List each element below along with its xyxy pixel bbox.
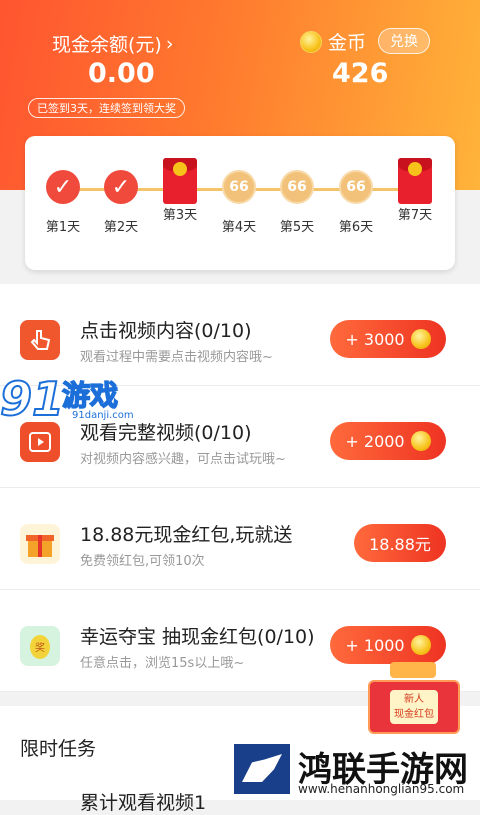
task-subtitle: 任意点击，浏览15s以上哦~ bbox=[80, 656, 245, 671]
chevron-right-icon: › bbox=[165, 32, 174, 55]
newbie-badge-line2: 现金红包 bbox=[394, 709, 434, 720]
checkin-day-7[interactable]: 第7天 bbox=[385, 158, 445, 223]
coin-reward-icon: 66 bbox=[280, 170, 314, 204]
checkin-day-1[interactable]: ✓ 第1天 bbox=[33, 170, 93, 235]
checkin-day-label: 第1天 bbox=[45, 220, 81, 235]
task-title: 幸运夺宝 抽现金红包(0/10) bbox=[80, 626, 315, 648]
video-play-icon bbox=[20, 422, 60, 462]
cash-balance-value: 0.00 bbox=[88, 58, 155, 89]
limited-task-title: 限时任务 bbox=[20, 738, 97, 760]
checkin-day-label: 第7天 bbox=[397, 208, 433, 223]
corner-logo-url: www.henanhonglian95.com bbox=[298, 782, 465, 796]
checkin-day-label: 第6天 bbox=[338, 220, 374, 235]
cash-balance-link[interactable]: 现金余额(元) › bbox=[52, 30, 173, 57]
task-list: 点击视频内容(0/10) 观看过程中需要点击视频内容哦~ + 3000 观看完整… bbox=[0, 284, 480, 692]
task-title: 18.88元现金红包,玩就送 bbox=[80, 524, 293, 546]
checkin-day-2[interactable]: ✓ 第2天 bbox=[91, 170, 151, 235]
reward-amount: + 2000 bbox=[345, 431, 405, 451]
gift-lid-icon bbox=[390, 662, 436, 678]
checkin-day-3[interactable]: 第3天 bbox=[150, 158, 210, 223]
newbie-badge-line1: 新人 bbox=[404, 694, 424, 705]
signin-streak-note: 已签到3天，连续签到领大奖 bbox=[28, 98, 185, 118]
watermark-number: 91 bbox=[0, 371, 65, 427]
coin-icon bbox=[300, 30, 322, 53]
coin-reward-icon: 66 bbox=[339, 170, 373, 204]
exchange-button[interactable]: 兑换 bbox=[378, 28, 430, 54]
reward-amount: 18.88元 bbox=[369, 535, 431, 554]
coin-icon bbox=[410, 635, 431, 655]
task-row-cash-envelope[interactable]: 18.88元现金红包,玩就送 免费领红包,可领10次 18.88元 bbox=[0, 488, 480, 590]
gift-box-icon bbox=[20, 524, 60, 564]
red-envelope-icon bbox=[163, 158, 197, 204]
watermark-name: 游戏 bbox=[61, 378, 119, 413]
reward-button[interactable]: + 3000 bbox=[330, 320, 446, 358]
newbie-red-envelope-widget[interactable]: 新人 现金红包 bbox=[360, 656, 470, 738]
check-icon: ✓ bbox=[46, 170, 80, 204]
reward-button[interactable]: 18.88元 bbox=[354, 524, 446, 562]
coin-balance-label: 金币 bbox=[328, 32, 367, 54]
task-subtitle: 对视频内容感兴趣，可点击试玩哦~ bbox=[80, 452, 286, 467]
limited-task-item-title[interactable]: 累计观看视频1 bbox=[80, 788, 206, 815]
task-subtitle: 免费领红包,可领10次 bbox=[80, 554, 205, 569]
checkin-day-4[interactable]: 66 第4天 bbox=[209, 170, 269, 235]
watermark-url: 91danji.com bbox=[70, 410, 136, 421]
checkin-day-label: 第5天 bbox=[279, 220, 315, 235]
checkin-day-6[interactable]: 66 第6天 bbox=[326, 170, 386, 235]
reward-amount: + 1000 bbox=[345, 635, 405, 655]
task-title: 点击视频内容(0/10) bbox=[80, 320, 252, 342]
task-subtitle: 观看过程中需要点击视频内容哦~ bbox=[80, 350, 273, 365]
horse-logo-icon bbox=[234, 744, 290, 794]
lucky-egg-icon: 奖 bbox=[20, 626, 60, 666]
checkin-day-label: 第3天 bbox=[162, 208, 198, 223]
checkin-card: ✓ 第1天 ✓ 第2天 第3天 66 第4天 66 第5天 66 第6天 第7天 bbox=[25, 136, 455, 270]
newbie-badge-text: 新人 现金红包 bbox=[390, 690, 438, 724]
coin-icon bbox=[410, 329, 431, 349]
check-icon: ✓ bbox=[104, 170, 138, 204]
tap-hand-icon bbox=[20, 320, 60, 360]
cash-balance-label: 现金余额(元) bbox=[52, 34, 162, 56]
checkin-day-label: 第4天 bbox=[221, 220, 257, 235]
site-watermark: 91 游戏 91danji.com bbox=[0, 371, 140, 428]
reward-button[interactable]: + 2000 bbox=[330, 422, 446, 460]
coin-reward-icon: 66 bbox=[222, 170, 256, 204]
reward-amount: + 3000 bbox=[345, 329, 405, 349]
checkin-day-5[interactable]: 66 第5天 bbox=[267, 170, 327, 235]
task-row-click-video[interactable]: 点击视频内容(0/10) 观看过程中需要点击视频内容哦~ + 3000 bbox=[0, 284, 480, 386]
svg-text:奖: 奖 bbox=[35, 641, 45, 654]
coin-balance-label-group: 金币 bbox=[300, 28, 366, 55]
coin-icon bbox=[410, 431, 431, 451]
coin-balance-value: 426 bbox=[332, 58, 389, 89]
red-envelope-icon bbox=[398, 158, 432, 204]
corner-site-logo: 鸿联手游网 www.henanhonglian95.com bbox=[228, 740, 480, 800]
checkin-day-label: 第2天 bbox=[103, 220, 139, 235]
